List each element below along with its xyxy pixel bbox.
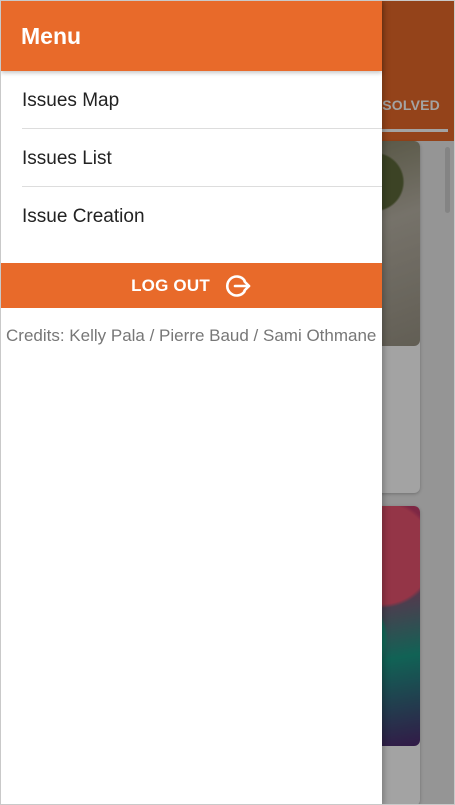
menu-item-issues-list[interactable]: Issues List	[22, 129, 382, 187]
menu-item-issue-creation[interactable]: Issue Creation	[22, 187, 382, 244]
logout-button[interactable]: LOG OUT	[1, 263, 382, 308]
menu-item-label: Issue Creation	[22, 206, 145, 227]
drawer-title: Menu	[21, 23, 82, 49]
app-frame: RESOLVED Menu Issues Map Issues List Iss…	[0, 0, 455, 805]
logout-icon	[224, 272, 252, 300]
drawer-header: Menu	[1, 1, 382, 71]
menu-item-issues-map[interactable]: Issues Map	[22, 71, 382, 129]
credits-text: Credits: Kelly Pala / Pierre Baud / Sami…	[6, 326, 377, 345]
menu-list: Issues Map Issues List Issue Creation	[1, 71, 382, 244]
menu-item-label: Issues Map	[22, 90, 120, 111]
logout-label: LOG OUT	[131, 275, 210, 295]
menu-item-label: Issues List	[22, 148, 112, 169]
navigation-drawer: Menu Issues Map Issues List Issue Creati…	[1, 1, 382, 804]
